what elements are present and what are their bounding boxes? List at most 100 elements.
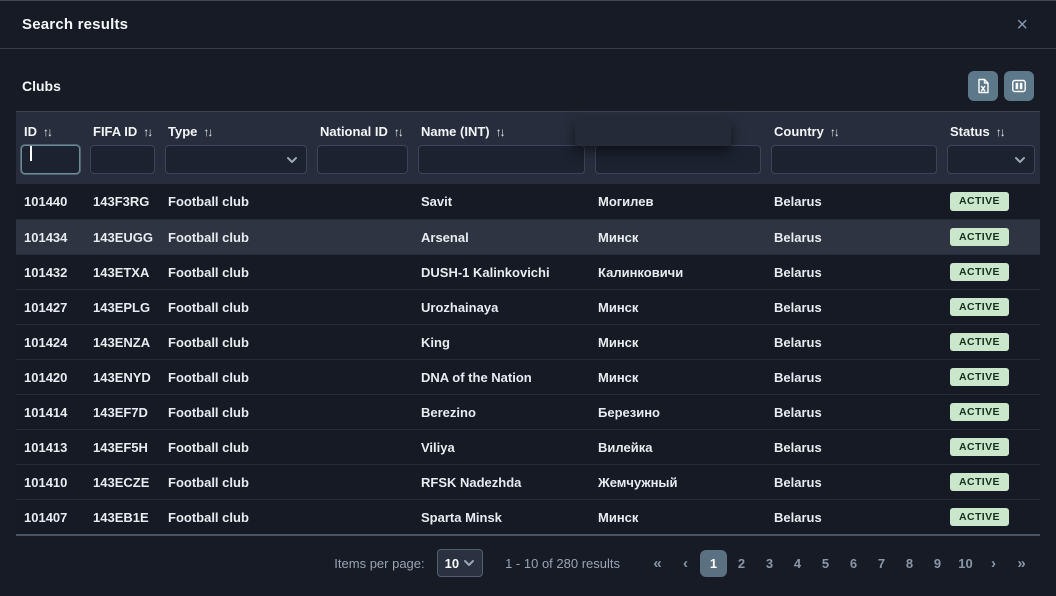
table-footer: Items per page: 10 1 - 10 of 280 results… bbox=[0, 536, 1056, 596]
modal-titlebar: Search results × bbox=[0, 1, 1056, 49]
table-row[interactable]: 101407 143EB1E Football club Sparta Mins… bbox=[16, 499, 1040, 534]
cell-name-int: Viliya bbox=[413, 440, 590, 455]
section-title: Clubs bbox=[22, 78, 61, 94]
table-row[interactable]: 101427 143EPLG Football club Urozhainaya… bbox=[16, 289, 1040, 324]
col-header-name-int: Name (INT)↑↓ bbox=[413, 112, 590, 141]
cell-name-int: Arsenal bbox=[413, 230, 590, 245]
export-xls-button[interactable] bbox=[968, 71, 998, 101]
columns-icon bbox=[1011, 78, 1027, 94]
col-header-id: ID↑↓ bbox=[16, 112, 85, 141]
items-per-page-select[interactable]: 10 bbox=[437, 549, 483, 577]
page-button-9[interactable]: 9 bbox=[924, 550, 951, 577]
page-button-2[interactable]: 2 bbox=[728, 550, 755, 577]
sort-icon[interactable]: ↑↓ bbox=[830, 125, 838, 139]
cell-status: ACTIVE bbox=[942, 298, 1040, 317]
table-row[interactable]: 101440 143F3RG Football club Savit Могил… bbox=[16, 184, 1040, 219]
cell-fifa-id: 143EF7D bbox=[85, 405, 160, 420]
cell-country: Belarus bbox=[766, 370, 942, 385]
cell-type: Football club bbox=[160, 405, 312, 420]
prev-page-button[interactable]: ‹ bbox=[672, 550, 699, 577]
cell-name-int: DNA of the Nation bbox=[413, 370, 590, 385]
cell-id: 101427 bbox=[16, 300, 85, 315]
cell-name-local: Минск bbox=[590, 335, 766, 350]
page-button-5[interactable]: 5 bbox=[812, 550, 839, 577]
status-badge: ACTIVE bbox=[950, 473, 1009, 492]
table-row[interactable]: 101414 143EF7D Football club Berezino Бе… bbox=[16, 394, 1040, 429]
close-icon[interactable]: × bbox=[1010, 11, 1034, 39]
sort-icon[interactable]: ↑↓ bbox=[43, 125, 51, 139]
table-row[interactable]: 101434 143EUGG Football club Arsenal Мин… bbox=[16, 219, 1040, 254]
floating-overlay-box bbox=[575, 120, 731, 146]
filter-input-name-int[interactable] bbox=[418, 145, 585, 174]
sort-icon[interactable]: ↑↓ bbox=[996, 125, 1004, 139]
cell-type: Football club bbox=[160, 194, 312, 209]
filter-select-type[interactable] bbox=[165, 145, 307, 174]
filter-input-fifa-id[interactable] bbox=[90, 145, 155, 174]
cell-fifa-id: 143EPLG bbox=[85, 300, 160, 315]
cell-fifa-id: 143ECZE bbox=[85, 475, 160, 490]
sort-icon[interactable]: ↑↓ bbox=[203, 125, 211, 139]
page-button-4[interactable]: 4 bbox=[784, 550, 811, 577]
first-page-button[interactable]: « bbox=[644, 550, 671, 577]
status-badge: ACTIVE bbox=[950, 368, 1009, 387]
table-row[interactable]: 101420 143ENYD Football club DNA of the … bbox=[16, 359, 1040, 394]
cell-name-local: Могилев bbox=[590, 194, 766, 209]
cell-status: ACTIVE bbox=[942, 228, 1040, 247]
cell-id: 101420 bbox=[16, 370, 85, 385]
cell-country: Belarus bbox=[766, 230, 942, 245]
cell-country: Belarus bbox=[766, 300, 942, 315]
cell-status: ACTIVE bbox=[942, 508, 1040, 527]
next-page-button[interactable]: › bbox=[980, 550, 1007, 577]
cell-name-local: Березино bbox=[590, 405, 766, 420]
cell-name-int: King bbox=[413, 335, 590, 350]
table-body: 101440 143F3RG Football club Savit Могил… bbox=[16, 184, 1040, 536]
cell-name-int: DUSH-1 Kalinkovichi bbox=[413, 265, 590, 280]
page-button-10[interactable]: 10 bbox=[952, 550, 979, 577]
cell-fifa-id: 143F3RG bbox=[85, 194, 160, 209]
table-row[interactable]: 101432 143ETXA Football club DUSH-1 Kali… bbox=[16, 254, 1040, 289]
col-header-fifa-id: FIFA ID↑↓ bbox=[85, 112, 160, 141]
status-badge: ACTIVE bbox=[950, 263, 1009, 282]
cell-country: Belarus bbox=[766, 440, 942, 455]
page-button-6[interactable]: 6 bbox=[840, 550, 867, 577]
cell-name-local: Жемчужный bbox=[590, 475, 766, 490]
cell-id: 101440 bbox=[16, 194, 85, 209]
cell-fifa-id: 143EB1E bbox=[85, 510, 160, 525]
cell-country: Belarus bbox=[766, 335, 942, 350]
cell-name-int: Urozhainaya bbox=[413, 300, 590, 315]
page-button-3[interactable]: 3 bbox=[756, 550, 783, 577]
filter-row bbox=[16, 141, 1040, 184]
page-button-1[interactable]: 1 bbox=[700, 550, 727, 577]
cell-name-int: Berezino bbox=[413, 405, 590, 420]
cell-status: ACTIVE bbox=[942, 368, 1040, 387]
sort-icon[interactable]: ↑↓ bbox=[143, 125, 151, 139]
cell-type: Football club bbox=[160, 510, 312, 525]
column-settings-button[interactable] bbox=[1004, 71, 1034, 101]
table-row[interactable]: 101413 143EF5H Football club Viliya Виле… bbox=[16, 429, 1040, 464]
cell-name-local: Минск bbox=[590, 510, 766, 525]
filter-input-country[interactable] bbox=[771, 145, 937, 174]
sort-icon[interactable]: ↑↓ bbox=[496, 125, 504, 139]
filter-select-status[interactable] bbox=[947, 145, 1035, 174]
cell-status: ACTIVE bbox=[942, 438, 1040, 457]
page-button-8[interactable]: 8 bbox=[896, 550, 923, 577]
filter-input-national-id[interactable] bbox=[317, 145, 408, 174]
status-badge: ACTIVE bbox=[950, 192, 1009, 211]
last-page-button[interactable]: » bbox=[1008, 550, 1035, 577]
col-header-national-id: National ID↑↓ bbox=[312, 112, 413, 141]
sort-icon[interactable]: ↑↓ bbox=[394, 125, 402, 139]
modal-title: Search results bbox=[22, 16, 128, 33]
filter-input-id[interactable] bbox=[21, 145, 80, 174]
page-button-7[interactable]: 7 bbox=[868, 550, 895, 577]
table-row[interactable]: 101410 143ECZE Football club RFSK Nadezh… bbox=[16, 464, 1040, 499]
cell-fifa-id: 143ETXA bbox=[85, 265, 160, 280]
cell-status: ACTIVE bbox=[942, 192, 1040, 211]
table-row[interactable]: 101424 143ENZA Football club King Минск … bbox=[16, 324, 1040, 359]
filter-input-name-local[interactable] bbox=[595, 145, 761, 174]
cell-name-int: RFSK Nadezhda bbox=[413, 475, 590, 490]
section-header: Clubs bbox=[0, 49, 1056, 111]
table-header: ID↑↓ FIFA ID↑↓ Type↑↓ National ID↑↓ Name… bbox=[16, 111, 1040, 184]
clubs-table: ID↑↓ FIFA ID↑↓ Type↑↓ National ID↑↓ Name… bbox=[16, 111, 1040, 536]
pagination: « ‹ 1 2 3 4 5 6 7 8 9 10 › » bbox=[644, 550, 1035, 577]
status-badge: ACTIVE bbox=[950, 508, 1009, 527]
